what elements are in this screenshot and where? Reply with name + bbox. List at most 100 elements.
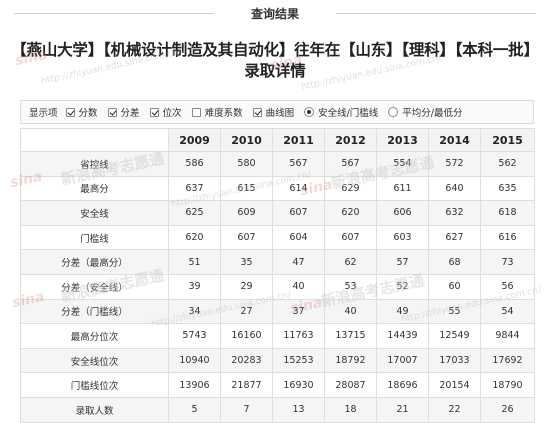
table-row: 分差（安全线） 39 29 40 53 52 60 56 [20, 273, 535, 300]
table-cell: 55 [428, 298, 481, 325]
table-row: 安全线 625 609 607 620 606 632 618 [20, 200, 535, 226]
table-cell: 11763 [272, 323, 325, 349]
table-cell: 18790 [480, 372, 535, 398]
table-cell: 13715 [324, 323, 377, 349]
checkbox-curve-box[interactable] [252, 107, 262, 117]
table-cell: 640 [428, 175, 481, 202]
table-cell: 627 [428, 224, 481, 251]
row-label: 最高分 [20, 175, 169, 202]
table-cell: 614 [272, 175, 325, 202]
table-cell: 16930 [272, 372, 325, 398]
table-row: 门槛线 620 607 604 607 603 627 616 [20, 224, 535, 251]
checkbox-difficulty[interactable]: 难度系数 [191, 105, 243, 119]
options-lead-label: 显示项 [29, 108, 58, 119]
table-cell: 17033 [428, 347, 481, 374]
table-cell: 62 [324, 249, 377, 275]
table-cell: 35 [220, 249, 273, 275]
radio-safe-threshold[interactable]: 安全线/门槛线 [304, 105, 378, 119]
table-cell: 57 [376, 249, 429, 275]
table-cell: 18792 [324, 347, 377, 374]
table-cell: 603 [376, 224, 429, 251]
radio-average-lowest[interactable]: 平均分/最低分 [388, 105, 463, 119]
header-divider-left [14, 13, 214, 14]
table-cell: 607 [220, 224, 273, 251]
row-label: 安全线 [20, 200, 169, 226]
table-cell: 604 [272, 224, 325, 251]
table-cell: 13 [272, 396, 325, 423]
table-cell: 27 [220, 298, 273, 325]
table-cell: 5743 [168, 323, 221, 349]
row-label: 分差（最高分） [20, 249, 169, 275]
table-cell: 52 [376, 273, 429, 300]
result-title: 查询结果 [240, 4, 309, 22]
table-row: 最高分位次 5743 16160 11763 13715 14439 12549 9844 [20, 323, 535, 349]
result-header: 查询结果 [0, 0, 550, 26]
table-cell: 21 [376, 396, 429, 423]
display-options-bar: 显示项 分数 分差 位次 难度系数 曲线图 安全线/门槛线 平均分/最低分 [20, 100, 534, 124]
admission-table: 2009 2010 2011 2012 2013 2014 2015 省控线 58… [20, 128, 535, 423]
table-cell: 606 [376, 200, 429, 226]
table-cell: 18 [324, 396, 377, 423]
table-cell: 28087 [324, 372, 377, 398]
checkbox-score-box[interactable] [65, 107, 75, 117]
table-cell: 14439 [376, 323, 429, 349]
row-label: 门槛线位次 [20, 372, 169, 398]
header-divider-right [336, 13, 536, 14]
table-cell: 12549 [428, 323, 481, 349]
table-cell: 34 [168, 298, 221, 325]
table-row: 门槛线位次 13906 21877 16930 28087 18696 20154 18790 [20, 372, 535, 398]
checkbox-score-diff[interactable]: 分差 [107, 105, 140, 119]
year-header: 2012 [324, 128, 377, 152]
table-cell: 618 [480, 200, 535, 226]
row-label: 门槛线 [20, 224, 169, 251]
table-row: 最高分 637 615 614 629 611 640 635 [20, 175, 535, 202]
checkbox-rank-label: 位次 [162, 108, 182, 119]
table-cell: 16160 [220, 323, 273, 349]
table-cell: 562 [480, 151, 535, 177]
table-cell: 586 [168, 151, 221, 177]
checkbox-score-diff-box[interactable] [107, 107, 117, 117]
table-cell: 37 [272, 298, 325, 325]
table-cell: 68 [428, 249, 481, 275]
row-label: 最高分位次 [20, 323, 169, 349]
table-cell: 40 [324, 298, 377, 325]
page-title: 【燕山大学】【机械设计制造及其自动化】往年在【山东】【理科】【本科一批】录取详情 [11, 41, 539, 80]
table-cell: 17007 [376, 347, 429, 374]
table-cell: 15253 [272, 347, 325, 374]
checkbox-curve[interactable]: 曲线图 [252, 105, 295, 119]
radio-average-lowest-dot[interactable] [388, 107, 399, 117]
table-cell: 554 [376, 151, 429, 177]
radio-safe-threshold-dot[interactable] [304, 107, 315, 117]
year-header: 2011 [272, 128, 325, 152]
table-cell: 5 [168, 396, 221, 423]
table-cell: 607 [272, 200, 325, 226]
table-cell: 51 [168, 249, 221, 275]
checkbox-score[interactable]: 分数 [65, 105, 98, 119]
table-cell: 572 [428, 151, 481, 177]
checkbox-curve-label: 曲线图 [265, 108, 295, 119]
checkbox-score-diff-label: 分差 [120, 108, 140, 119]
table-cell: 615 [220, 175, 273, 202]
row-label: 省控线 [20, 151, 169, 177]
table-cell: 607 [324, 224, 377, 251]
table-cell: 567 [272, 151, 325, 177]
checkbox-rank[interactable]: 位次 [149, 105, 182, 119]
table-cell: 17692 [480, 347, 535, 374]
table-row: 省控线 586 580 567 567 554 572 562 [20, 151, 535, 177]
checkbox-rank-box[interactable] [149, 107, 159, 117]
radio-average-lowest-label: 平均分/最低分 [402, 108, 463, 119]
year-header: 2010 [220, 128, 273, 152]
table-cell: 20283 [220, 347, 273, 374]
table-cell: 9844 [480, 323, 535, 349]
table-cell: 632 [428, 200, 481, 226]
checkbox-score-label: 分数 [78, 108, 98, 119]
table-cell: 73 [480, 249, 535, 275]
checkbox-difficulty-box[interactable] [191, 107, 201, 117]
table-cell: 567 [324, 151, 377, 177]
row-label: 分差（门槛线） [20, 298, 169, 325]
table-cell: 53 [324, 273, 377, 300]
table-cell: 616 [480, 224, 535, 251]
table-cell: 40 [272, 273, 325, 300]
year-header: 2014 [428, 128, 481, 152]
table-cell: 39 [168, 273, 221, 300]
